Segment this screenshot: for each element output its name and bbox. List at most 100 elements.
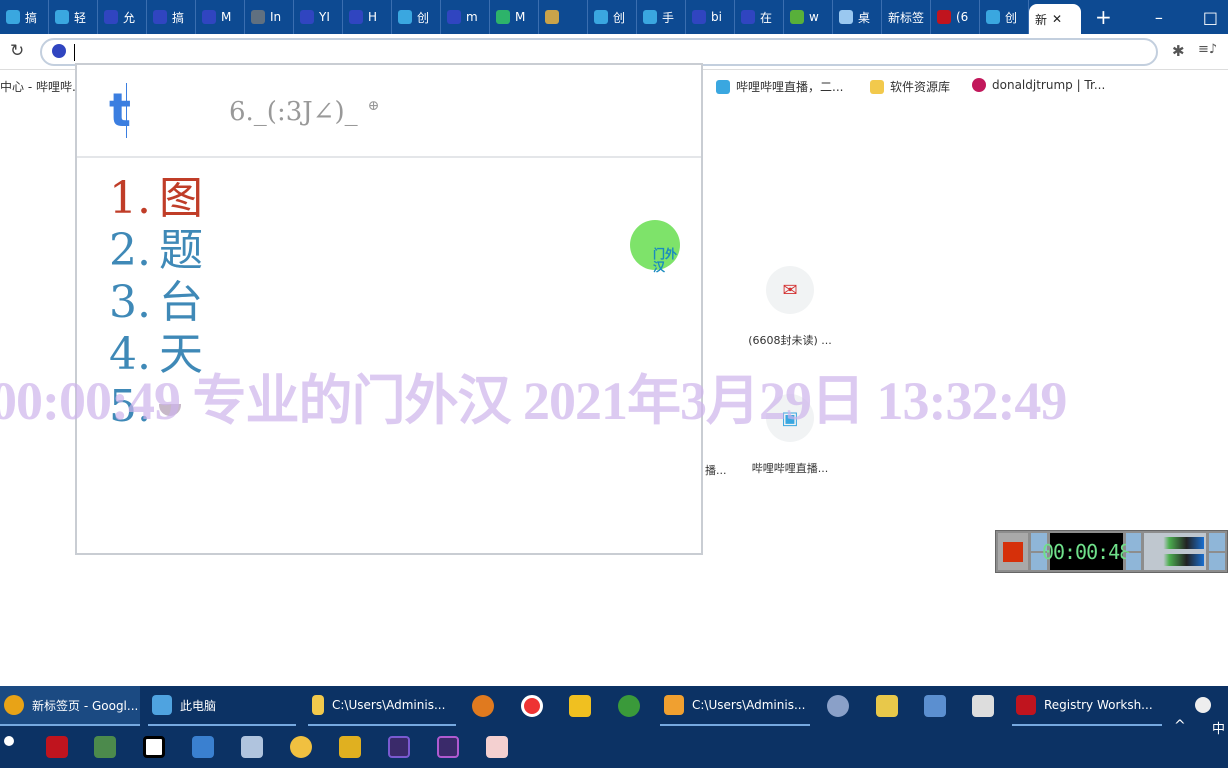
- ftp-icon[interactable]: [290, 736, 312, 758]
- bookmark-item[interactable]: donaldjtrump | Tr...: [972, 78, 1105, 92]
- window-app-icon[interactable]: [192, 736, 214, 758]
- leaf-icon: [790, 10, 804, 24]
- browser-tab[interactable]: 搞: [147, 0, 196, 34]
- minimize-button[interactable]: –: [1155, 8, 1163, 27]
- book-icon[interactable]: [924, 695, 946, 717]
- divider: [77, 156, 701, 158]
- window-controls: – □: [1145, 0, 1228, 35]
- tab-strip: 搞轻允搞 M In YI H 创 m M 创手 bi 在 w 桌新标签 (6 创新 ✕ +: [0, 0, 1228, 34]
- candidate-text: 题: [159, 225, 203, 276]
- nox64-player-icon[interactable]: [437, 736, 459, 758]
- browser-tab[interactable]: 新标签: [882, 0, 931, 34]
- candidate-1[interactable]: 1. 图: [109, 173, 203, 225]
- active-tab[interactable]: 新 ✕: [1029, 4, 1081, 34]
- candidate-number: 1.: [109, 173, 151, 224]
- bookmark-item[interactable]: 中心 - 哔哩哔...: [0, 78, 83, 95]
- remote-desktop-icon[interactable]: [94, 736, 116, 758]
- shortcut-tile[interactable]: ▣ 哔哩哔哩直播...: [730, 394, 850, 476]
- reload-button[interactable]: ↻: [10, 41, 24, 61]
- webcam-icon[interactable]: [1209, 552, 1226, 570]
- browser-tab[interactable]: bi: [686, 0, 735, 34]
- browser-tab[interactable]: M: [196, 0, 245, 34]
- bookmark-item[interactable]: 哔哩哔哩直播，二...: [716, 78, 843, 95]
- browser-tab[interactable]: 手: [637, 0, 686, 34]
- browser-tab[interactable]: 在: [735, 0, 784, 34]
- browser-tab[interactable]: H: [343, 0, 392, 34]
- bookmark-label: 哔哩哔哩直播，二...: [736, 80, 844, 94]
- taskbar-label: C:\Users\Adminis...: [692, 698, 806, 712]
- browser-tab[interactable]: m: [441, 0, 490, 34]
- network-globe-icon[interactable]: [618, 695, 640, 717]
- browser-tab[interactable]: M: [490, 0, 539, 34]
- expand-icon[interactable]: ⊕: [368, 98, 380, 114]
- bilibili-icon: [55, 10, 69, 24]
- microphone-icon[interactable]: [1125, 552, 1142, 570]
- taskbar-this-pc[interactable]: 此电脑: [148, 686, 296, 726]
- browser-tab[interactable]: [539, 0, 588, 34]
- new-tab-button[interactable]: +: [1095, 5, 1112, 29]
- browser-tab[interactable]: 允: [98, 0, 147, 34]
- tab-label: In: [270, 10, 282, 24]
- address-bar[interactable]: [40, 38, 1158, 66]
- file-search-icon[interactable]: [876, 695, 898, 717]
- filezilla-icon[interactable]: [46, 736, 68, 758]
- browser-tab[interactable]: 创: [588, 0, 637, 34]
- speaker-level-meter: [1146, 537, 1205, 550]
- browser-tab[interactable]: 轻: [49, 0, 98, 34]
- browser-tab[interactable]: 桌: [833, 0, 882, 34]
- shortcut-tile[interactable]: 播...: [705, 462, 745, 478]
- browser-tab[interactable]: 创: [392, 0, 441, 34]
- browser-tab[interactable]: In: [245, 0, 294, 34]
- baidu-search-icon: [52, 44, 66, 58]
- screen-recorder-widget: 00:00:48: [995, 530, 1228, 573]
- broadcast-icon[interactable]: [1209, 533, 1226, 551]
- bilibili-icon: [594, 10, 608, 24]
- shortcut-tile[interactable]: ✉ (6608封未读) ...: [730, 266, 850, 348]
- candidate-text: 天: [159, 329, 203, 380]
- 7zip-icon[interactable]: [143, 736, 165, 758]
- volume-meters: [1144, 533, 1207, 570]
- taskbar-label: Registry Worksh...: [1044, 698, 1153, 712]
- red-app-icon[interactable]: [486, 736, 508, 758]
- monitor-icon[interactable]: [241, 736, 263, 758]
- close-tab-icon[interactable]: ✕: [1052, 12, 1062, 26]
- stop-record-button[interactable]: [998, 533, 1028, 570]
- candidate-3[interactable]: 3. 台: [109, 277, 203, 329]
- ime-extra-candidate[interactable]: 6._(:3J∠)_ ⊕: [229, 97, 379, 127]
- nox-multi-icon[interactable]: [339, 736, 361, 758]
- taskbar-explorer-2[interactable]: C:\Users\Adminis...: [660, 686, 810, 726]
- browser-tab[interactable]: 创: [980, 0, 1029, 34]
- tray-chevron-icon[interactable]: ^: [1174, 718, 1186, 734]
- tray-app-icon[interactable]: [1195, 697, 1211, 713]
- search-app-icon[interactable]: [472, 695, 494, 717]
- taskbar-explorer[interactable]: C:\Users\Adminis...: [308, 686, 456, 726]
- quicklaunch-dot-icon[interactable]: [4, 736, 14, 746]
- maximize-button[interactable]: □: [1203, 8, 1218, 27]
- nox-icon[interactable]: [388, 736, 410, 758]
- browser-tab[interactable]: (6: [931, 0, 980, 34]
- taskbar-chrome[interactable]: 新标签页 - Googl...: [0, 686, 140, 726]
- candidate-4[interactable]: 4. 天: [109, 329, 203, 381]
- folder-icon: [312, 695, 324, 715]
- media-control-icon[interactable]: ≡♪: [1198, 42, 1217, 57]
- browser-tab[interactable]: 搞: [0, 0, 49, 34]
- candidate-2[interactable]: 2. 题: [109, 225, 203, 277]
- clapper-321-icon[interactable]: [972, 695, 994, 717]
- browser-tab[interactable]: w: [784, 0, 833, 34]
- record-app-icon[interactable]: [521, 695, 543, 717]
- speaker-icon[interactable]: [1125, 533, 1142, 551]
- browser-tab[interactable]: YI: [294, 0, 343, 34]
- taskbar-registry-workshop[interactable]: Registry Worksh...: [1012, 686, 1162, 726]
- bilibili-icon: [398, 10, 412, 24]
- tab-label: 创: [417, 10, 430, 25]
- folder-icon: [870, 79, 884, 94]
- globe-icon: [251, 10, 265, 24]
- nox64-icon[interactable]: [569, 695, 591, 717]
- baidu-icon: [104, 10, 118, 24]
- bookmark-item[interactable]: 软件资源库: [870, 78, 950, 95]
- ime-indicator[interactable]: 中: [1212, 718, 1225, 737]
- candidate-5[interactable]: 5.: [109, 381, 181, 433]
- extensions-icon[interactable]: ✱: [1172, 42, 1185, 60]
- text-caret: [74, 44, 75, 61]
- autoit-icon[interactable]: [827, 695, 849, 717]
